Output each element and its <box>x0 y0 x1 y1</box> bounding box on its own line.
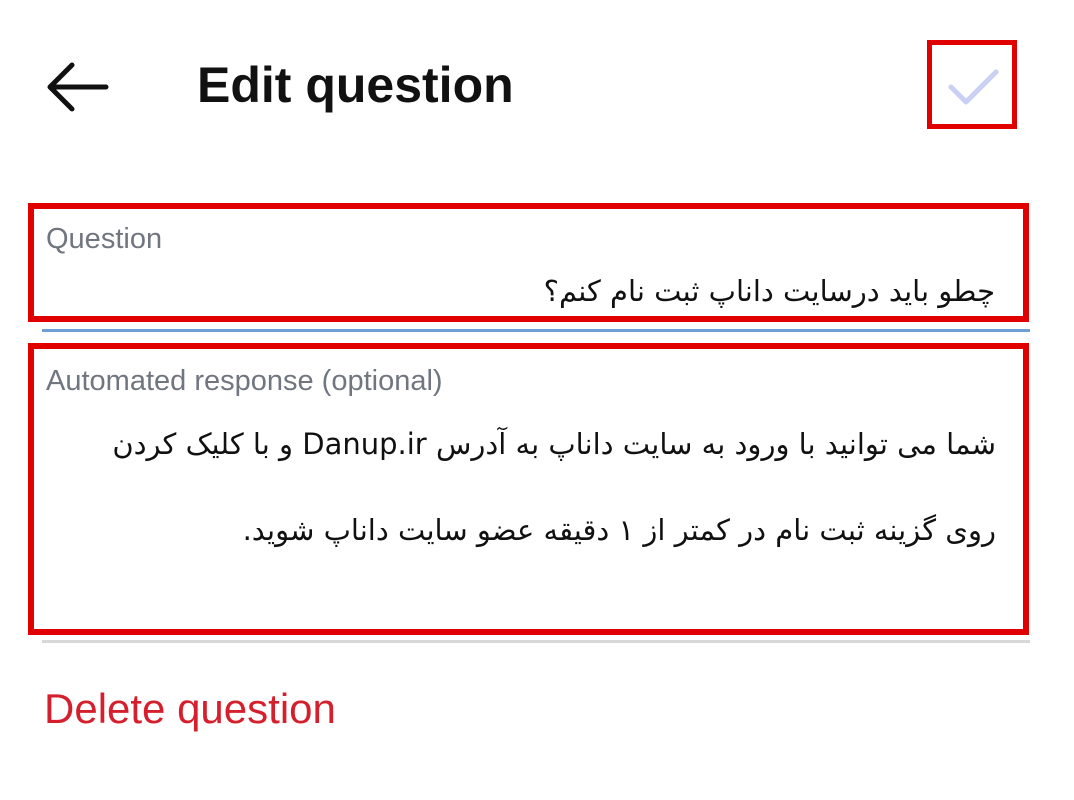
back-arrow-shape <box>47 62 109 112</box>
page-title: Edit question <box>197 57 514 113</box>
automated-response-label: Automated response (optional) <box>46 365 443 397</box>
automated-response-field: Automated response (optional) شما می توا… <box>28 343 1029 635</box>
question-label: Question <box>46 223 163 255</box>
automated-response-input[interactable]: شما می توانید با ورود به سایت داناپ به آ… <box>66 401 996 627</box>
delete-question-button[interactable]: Delete question <box>44 684 336 734</box>
edit-question-screen: Edit question Question Automated respons… <box>0 0 1074 800</box>
question-field: Question <box>28 203 1029 322</box>
checkmark-icon <box>948 69 999 105</box>
question-input[interactable] <box>44 265 995 317</box>
save-checkmark-button[interactable] <box>927 40 1017 129</box>
question-field-underline <box>42 329 1030 332</box>
automated-response-underline <box>42 640 1030 643</box>
back-arrow-icon[interactable] <box>42 60 110 114</box>
